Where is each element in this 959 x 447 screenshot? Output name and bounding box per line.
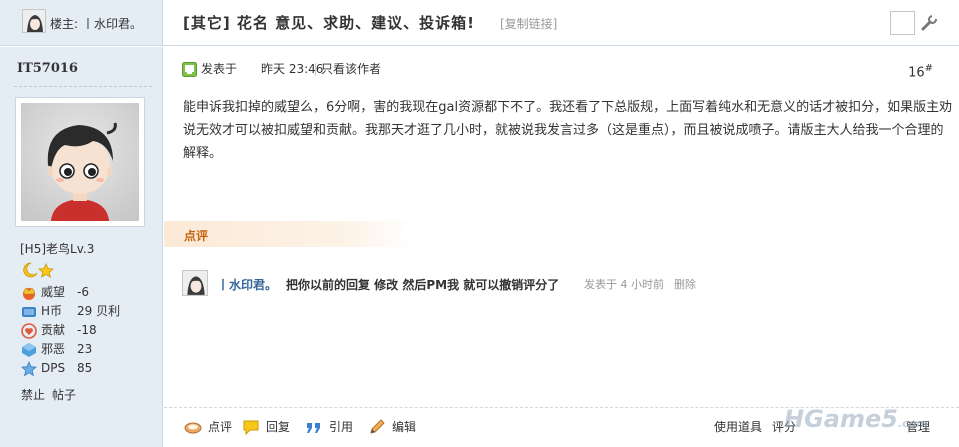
thread-title: [其它] 花名 意见、求助、建议、投诉箱! <box>183 14 475 32</box>
crown-icon <box>23 287 35 300</box>
edit-icon <box>370 419 385 434</box>
quote-icon <box>307 423 320 433</box>
comment-text: 把你以前的回复 修改 然后PM我 就可以撤销评分了 <box>286 278 560 292</box>
author-sidebar: IT57016 [H5]老鸟Lv.3 威望 -6 H币 29 贝利 贡献 -18… <box>0 47 163 447</box>
rate-label: 点评 <box>184 229 209 243</box>
quote-label: 引用 <box>329 420 354 434</box>
rate-section-header: 点评 <box>164 221 412 247</box>
watermark-suffix: .com <box>897 417 928 430</box>
cube-icon <box>22 343 36 357</box>
site-watermark: HGame5.com <box>784 405 928 433</box>
op-label: 楼主: <box>50 17 79 31</box>
reply-label: 回复 <box>266 420 291 434</box>
watermark-text: HGame5 <box>784 405 898 433</box>
commenter-avatar[interactable] <box>182 270 208 296</box>
stat-value: -6 <box>77 285 89 299</box>
wrench-icon[interactable] <box>920 14 938 32</box>
stat-value: 29 贝利 <box>77 304 121 318</box>
commenter-username[interactable]: 丨水印君。 <box>217 276 277 293</box>
stat-label: DPS <box>41 361 66 375</box>
rate-comment-label: 点评 <box>208 420 233 434</box>
view-author-only-link[interactable]: 只看该作者 <box>321 61 381 77</box>
stat-label: 邪恶 <box>41 342 66 356</box>
stat-value: 23 <box>77 342 93 356</box>
title-select-checkbox[interactable] <box>890 11 915 35</box>
stat-label: 威望 <box>41 285 66 299</box>
ban-user-link[interactable]: 禁止 <box>21 388 45 402</box>
user-posts-link[interactable]: 帖子 <box>52 388 76 402</box>
use-item-link[interactable]: 使用道具 <box>714 418 762 436</box>
author-actions: 禁止 帖子 <box>21 386 76 403</box>
meta-divider <box>315 63 316 76</box>
author-avatar[interactable] <box>15 97 145 227</box>
heart-icon <box>21 323 37 339</box>
edit-label: 编辑 <box>392 420 417 434</box>
op-username[interactable]: 丨水印君。 <box>82 15 142 32</box>
post-content: 能申诉我扣掉的威望么，6分啊，害的我现在gal资源都下不了。我还看了下总版规，上… <box>183 100 953 161</box>
comment-icon <box>184 422 202 434</box>
floor-value: 16 <box>908 65 925 81</box>
star-outline-icon <box>21 361 37 377</box>
author-username[interactable]: IT57016 <box>17 61 78 76</box>
moon-icon <box>23 262 38 278</box>
post: 发表于 昨天 23:46 只看该作者 16# 能申诉我扣掉的威望么，6分啊，害的… <box>164 47 959 447</box>
stat-label: 贡献 <box>41 323 66 337</box>
thread-title-bar: [其它] 花名 意见、求助、建议、投诉箱! [复制链接] <box>163 0 959 46</box>
reply-icon <box>243 420 259 435</box>
stat-label: H币 <box>41 304 63 318</box>
stat-value: -18 <box>77 323 97 337</box>
floor-mark: # <box>924 63 933 74</box>
thread-op-bar: 楼主: 丨水印君。 <box>0 0 163 46</box>
coin-icon <box>22 307 36 317</box>
author-divider <box>14 86 152 87</box>
delete-comment-link[interactable]: 删除 <box>674 276 696 292</box>
online-status-icon <box>182 62 197 77</box>
op-avatar[interactable] <box>22 9 46 33</box>
rank-badges <box>22 262 56 281</box>
user-rank: [H5]老鸟Lv.3 <box>20 242 95 256</box>
comment-time: 发表于 4 小时前 <box>584 278 664 291</box>
posted-label: 发表于 <box>201 62 238 76</box>
copy-link-button[interactable]: [复制链接] <box>500 15 557 32</box>
stat-value: 85 <box>77 361 93 375</box>
rate-comment: 丨水印君。 把你以前的回复 修改 然后PM我 就可以撤销评分了 发表于 4 小时… <box>182 270 952 296</box>
floor-number[interactable]: 16# <box>908 63 933 80</box>
star-icon <box>38 263 54 278</box>
